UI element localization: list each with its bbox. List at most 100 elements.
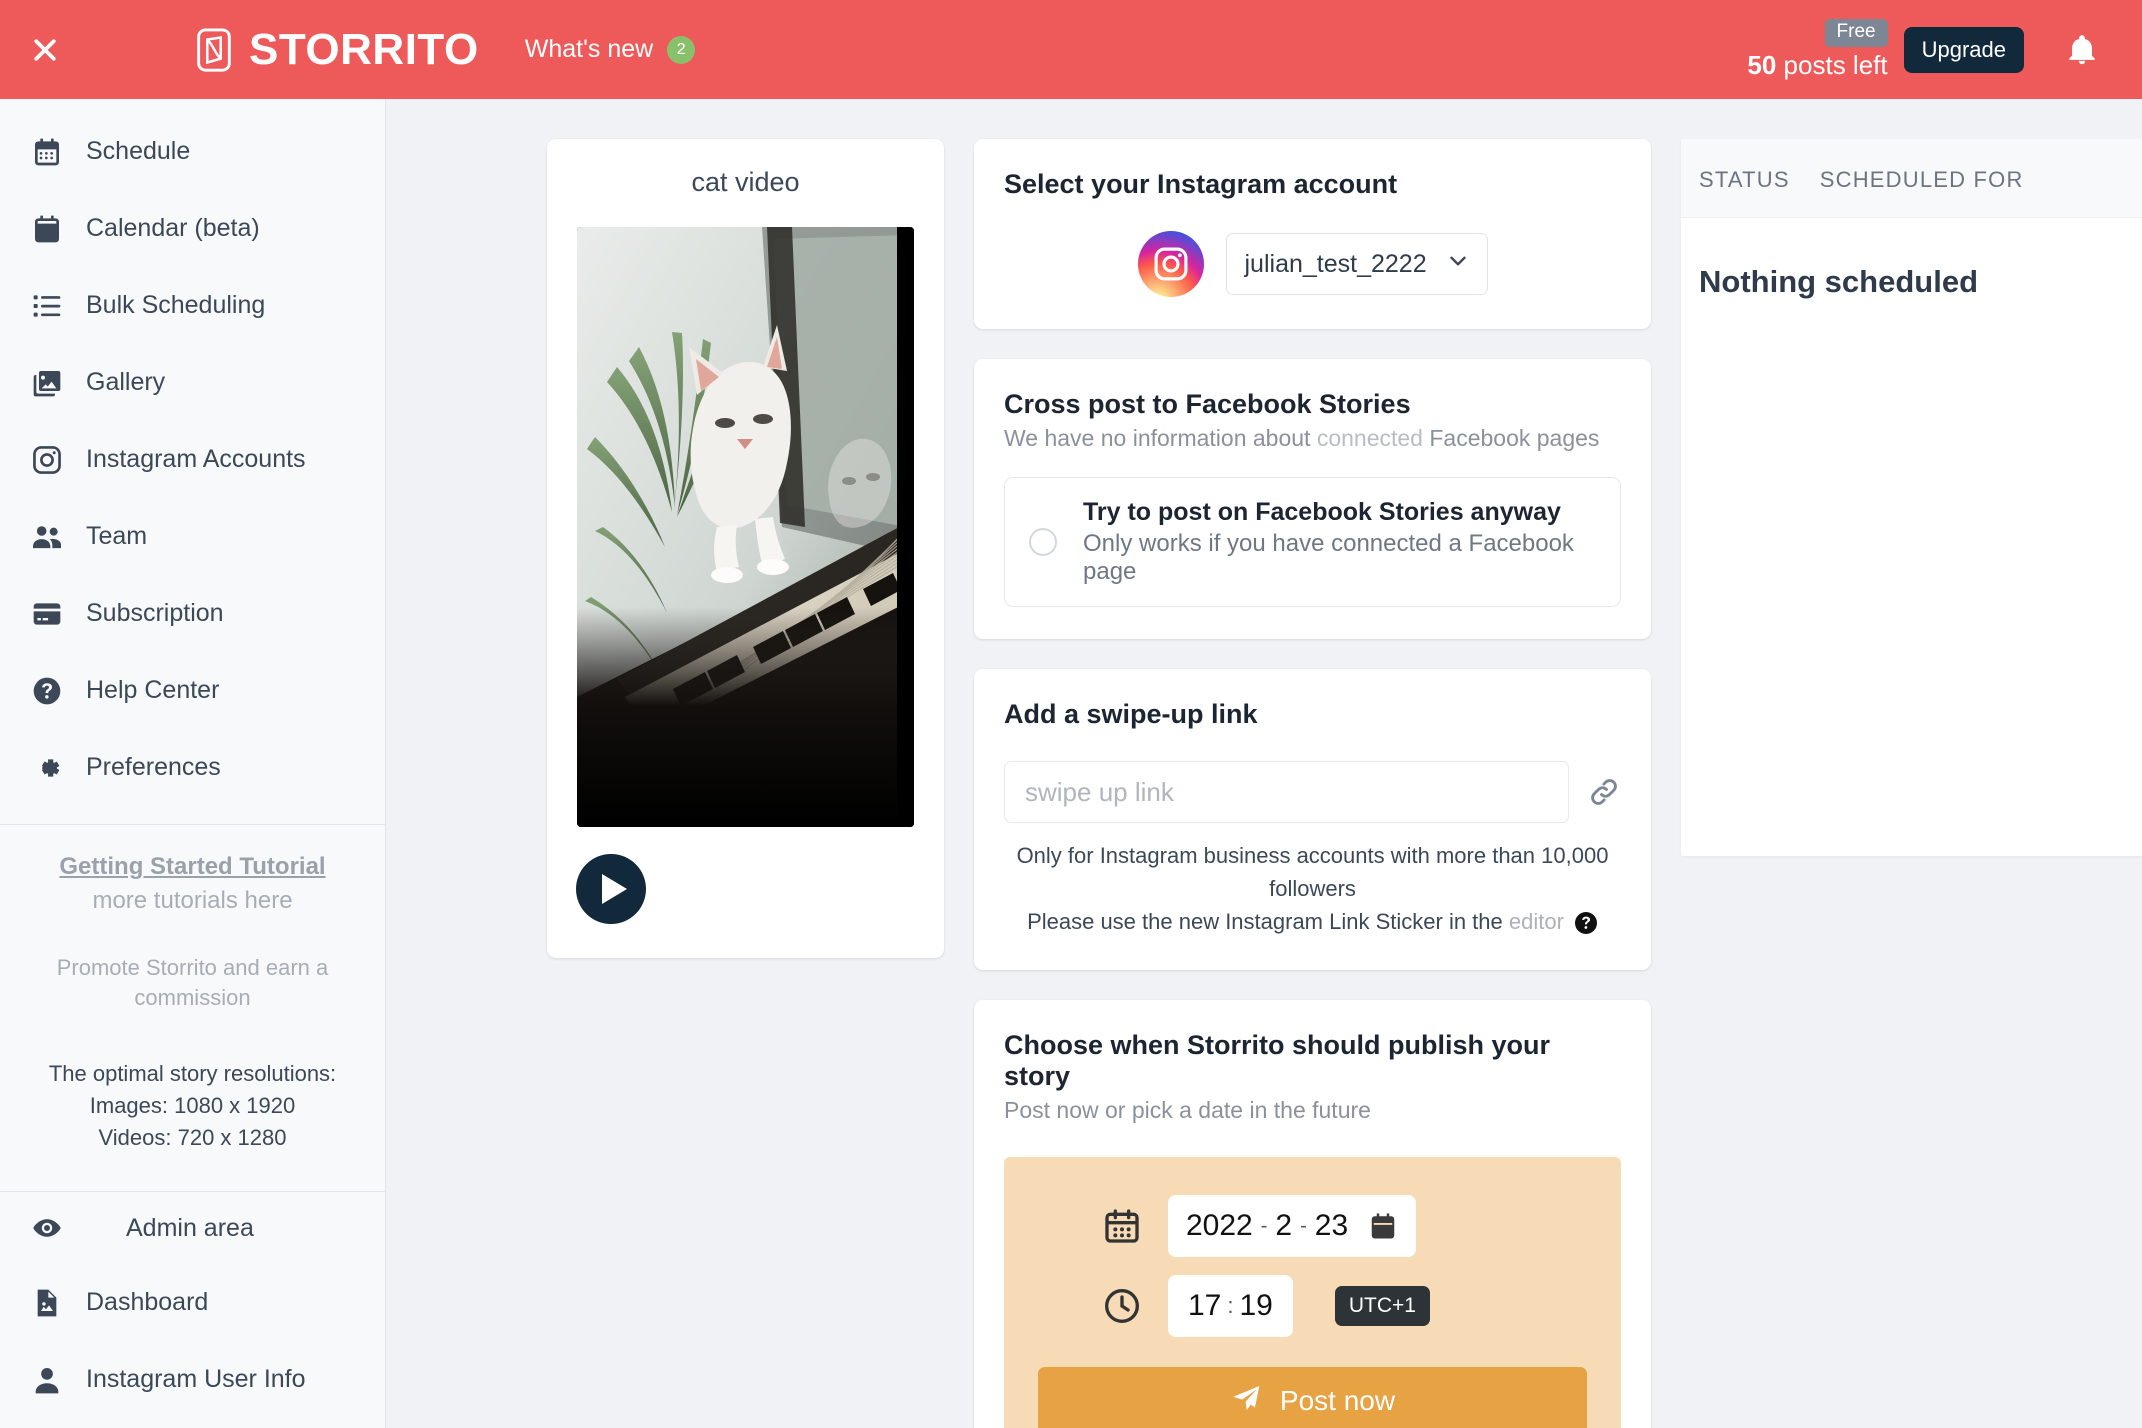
users-icon: [30, 520, 64, 554]
eye-icon: [30, 1211, 64, 1245]
images-icon: [30, 366, 64, 400]
sidebar-item-help-center[interactable]: Help Center: [0, 652, 385, 729]
sidebar-item-label: Help Center: [86, 676, 220, 704]
sidebar-item-instagram-user-info[interactable]: Instagram User Info: [0, 1341, 385, 1418]
sidebar-item-schedule[interactable]: Schedule: [0, 113, 385, 190]
instagram-account-card: Select your Instagram account julian_tes…: [974, 139, 1651, 329]
whats-new-button[interactable]: What's new 2: [524, 35, 696, 64]
facebook-radio-button[interactable]: [1029, 528, 1057, 556]
admin-area-row[interactable]: Admin area: [0, 1192, 385, 1264]
story-preview-card: cat video: [547, 139, 944, 958]
facebook-option-row[interactable]: Try to post on Facebook Stories anyway O…: [1004, 477, 1621, 607]
body-area: Schedule Calendar (beta) Bulk Scheduling: [0, 99, 2142, 1428]
editor-link[interactable]: editor: [1509, 909, 1564, 934]
whats-new-badge: 2: [667, 35, 696, 64]
sidebar-item-preferences[interactable]: Preferences: [0, 729, 385, 806]
timezone-chip[interactable]: UTC+1: [1334, 1286, 1430, 1326]
question-circle-icon[interactable]: [1574, 911, 1598, 935]
status-column: STATUS SCHEDULED FOR Nothing scheduled: [1681, 139, 2142, 1428]
sidebar-item-instagram-accounts[interactable]: Instagram Accounts: [0, 421, 385, 498]
facebook-card-subtitle: We have no information about connected F…: [1004, 425, 1621, 452]
play-triangle: [602, 874, 627, 904]
posts-left-count: 50: [1747, 49, 1777, 80]
clock-icon: [1102, 1286, 1142, 1326]
publish-card-title: Choose when Storrito should publish your…: [1004, 1030, 1550, 1091]
sidebar-item-label: Bulk Scheduling: [86, 291, 266, 319]
upgrade-button[interactable]: Upgrade: [1903, 26, 2024, 73]
posts-left: 50 posts left: [1747, 50, 1887, 81]
facebook-crosspost-card: Cross post to Facebook Stories We have n…: [974, 359, 1651, 639]
bell-icon[interactable]: [2050, 18, 2114, 82]
sidebar-item-label: Calendar (beta): [86, 214, 260, 242]
facebook-option-title: Try to post on Facebook Stories anyway: [1083, 498, 1561, 526]
file-image-icon: [30, 1286, 64, 1320]
user-icon: [30, 1363, 64, 1397]
paper-plane-icon: [1230, 1382, 1262, 1421]
instagram-icon: [1137, 231, 1204, 297]
app-logo[interactable]: STORRITO: [191, 27, 479, 73]
date-year[interactable]: 2022: [1186, 1209, 1253, 1243]
tab-status[interactable]: STATUS: [1699, 167, 1790, 193]
swipe-card-title: Add a swipe-up link: [1004, 699, 1258, 729]
selected-account-label: julian_test_2222: [1244, 249, 1427, 278]
publish-schedule-card: Choose when Storrito should publish your…: [974, 1000, 1651, 1428]
promote-storrito-label[interactable]: Promote Storrito and earn a commission: [40, 953, 345, 1012]
video-thumbnail: [577, 227, 914, 827]
account-select[interactable]: julian_test_2222: [1225, 233, 1488, 295]
schedule-panel: 2022 - 2 - 23 17: 19 UTC+1 Post now: [1004, 1157, 1621, 1428]
play-icon[interactable]: [576, 854, 646, 924]
sidebar-item-dashboard[interactable]: Dashboard: [0, 1264, 385, 1341]
swipe-up-link-input[interactable]: [1004, 761, 1569, 823]
admin-area-label: Admin area: [126, 1213, 254, 1242]
credit-card-icon: [30, 597, 64, 631]
storrito-logo-icon: [191, 27, 237, 73]
sidebar-item-label: Instagram User Info: [86, 1365, 306, 1393]
tab-scheduled-for[interactable]: SCHEDULED FOR: [1820, 167, 2024, 193]
plan-block: Free 50 posts left: [1747, 18, 1888, 81]
date-day[interactable]: 23: [1315, 1209, 1348, 1243]
sidebar-item-gallery[interactable]: Gallery: [0, 344, 385, 421]
resolutions-block: The optimal story resolutions: Images: 1…: [40, 1058, 345, 1154]
whats-new-label: What's new: [524, 35, 654, 63]
sidebar-item-label: Instagram Accounts: [86, 445, 306, 473]
sidebar-item-bulk-scheduling[interactable]: Bulk Scheduling: [0, 267, 385, 344]
top-header: STORRITO What's new 2 Free 50 posts left…: [0, 0, 2142, 99]
time-hour[interactable]: 17: [1188, 1289, 1221, 1323]
close-icon[interactable]: [22, 27, 68, 73]
post-now-button[interactable]: Post now: [1038, 1367, 1587, 1428]
more-tutorials-label[interactable]: more tutorials here: [40, 887, 345, 915]
resolutions-images: Images: 1080 x 1920: [89, 1093, 296, 1119]
sidebar-item-label: Schedule: [86, 137, 191, 165]
swipe-note-line2: Please use the new Instagram Link Sticke…: [1004, 905, 1621, 938]
getting-started-tutorial-link[interactable]: Getting Started Tutorial: [40, 853, 345, 881]
video-preview[interactable]: [577, 227, 914, 827]
calendar-days-icon: [30, 135, 64, 169]
account-selector-row: julian_test_2222: [1004, 231, 1621, 297]
posts-left-suffix: posts left: [1776, 49, 1888, 80]
date-row: 2022 - 2 - 23: [1038, 1195, 1587, 1257]
date-month[interactable]: 2: [1275, 1209, 1292, 1243]
plan-tag: Free: [1824, 18, 1888, 47]
resolutions-videos: Videos: 720 x 1280: [98, 1125, 287, 1151]
swipe-note-line1: Only for Instagram business accounts wit…: [1016, 843, 1609, 901]
status-empty-message: Nothing scheduled: [1699, 264, 1978, 299]
publish-card-subtitle: Post now or pick a date in the future: [1004, 1097, 1371, 1123]
sidebar-item-calendar[interactable]: Calendar (beta): [0, 190, 385, 267]
instagram-icon: [30, 443, 64, 477]
facebook-card-title: Cross post to Facebook Stories: [1004, 389, 1411, 419]
sidebar-item-team[interactable]: Team: [0, 498, 385, 575]
facebook-option-texts: Try to post on Facebook Stories anyway O…: [1083, 498, 1596, 586]
sidebar-item-subscription[interactable]: Subscription: [0, 575, 385, 652]
status-tabs: STATUS SCHEDULED FOR: [1681, 139, 2142, 218]
swipe-note-prefix: Please use the new Instagram Link Sticke…: [1027, 909, 1509, 934]
date-input[interactable]: 2022 - 2 - 23: [1168, 1195, 1417, 1257]
time-input[interactable]: 17 : 19: [1168, 1275, 1293, 1337]
sidebar-nav: Schedule Calendar (beta) Bulk Scheduling: [0, 99, 385, 806]
calendar-icon[interactable]: [1368, 1211, 1398, 1241]
fb-sub-part1: We have no information about: [1004, 425, 1317, 451]
date-sep-1: -: [1260, 1214, 1268, 1237]
link-icon[interactable]: [1587, 775, 1621, 809]
sidebar-item-label: Team: [86, 522, 148, 550]
time-minute[interactable]: 19: [1240, 1289, 1273, 1323]
